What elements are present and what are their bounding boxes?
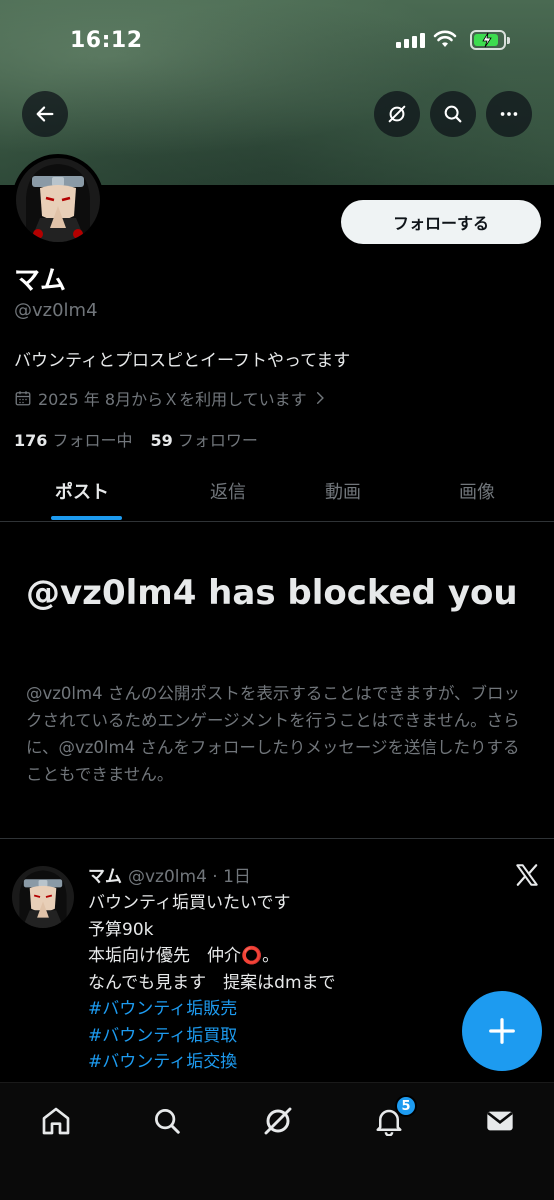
post-author-name[interactable]: マム [88, 862, 122, 887]
nav-messages[interactable] [480, 1101, 520, 1141]
post-line: なんでも見ます 提案はdmまで [88, 972, 336, 993]
more-button[interactable] [486, 91, 532, 137]
profile-avatar[interactable] [12, 154, 104, 246]
search-button[interactable] [430, 91, 476, 137]
blocked-description: @vz0lm4 さんの公開ポストを表示することはできますが、ブロックされているた… [26, 684, 520, 784]
search-icon [444, 105, 462, 123]
notification-badge: 5 [395, 1095, 417, 1117]
profile-joined[interactable]: 2025 年 8月からＸを利用しています [14, 386, 327, 410]
post-header: マム @vz0lm4 · 1日 [88, 862, 251, 887]
following-label: フォロー中 [52, 431, 133, 450]
post-line: バウンティ垢買いたいです [88, 893, 291, 913]
status-bar: 16:12 [0, 0, 554, 80]
status-time: 16:12 [70, 28, 143, 53]
profile-handle: @vz0lm4 [14, 300, 98, 321]
joined-text: 2025 年 8月からＸを利用しています [38, 390, 307, 409]
hashtag-link[interactable]: #バウンティ垢販売 [88, 996, 528, 1023]
nav-grok[interactable] [258, 1101, 298, 1141]
home-icon [42, 1107, 70, 1135]
battery-icon [470, 30, 510, 50]
grok-button[interactable] [374, 91, 420, 137]
following-count: 176 [14, 431, 48, 450]
compose-button[interactable] [462, 991, 542, 1071]
plus-icon [489, 1018, 515, 1044]
bottom-nav [0, 1082, 554, 1200]
profile-display-name: マム [14, 266, 67, 296]
arrow-left-icon [36, 106, 54, 122]
profile-bio: バウンティとプロスピとイーフトやってます [14, 351, 351, 371]
followers-count: 59 [150, 431, 173, 450]
grok-icon [388, 105, 406, 123]
wifi-icon [433, 30, 457, 47]
more-dots-icon [500, 112, 518, 116]
hashtag-link[interactable]: #バウンティ垢交換 [88, 1049, 528, 1076]
profile-stats: 176 フォロー中 59 フォロワー [14, 427, 258, 451]
post-body: バウンティ垢買いたいです 予算90k 本垢向け優先 仲介⭕️。 なんでも見ます … [88, 890, 528, 1076]
mail-icon [487, 1111, 513, 1131]
nav-home[interactable] [36, 1101, 76, 1141]
grok-icon [264, 1107, 292, 1135]
x-logo-icon [516, 864, 538, 886]
post-meta: @vz0lm4 · 1日 [128, 867, 251, 887]
tab-images[interactable]: 画像 [459, 478, 495, 504]
back-button[interactable] [22, 91, 68, 137]
follow-button[interactable]: フォローする [341, 200, 541, 244]
post-line: 本垢向け優先 仲介⭕️。 [88, 946, 280, 966]
tab-posts[interactable]: ポスト [55, 478, 109, 504]
following-link[interactable]: 176 フォロー中 [14, 427, 133, 451]
chevron-right-icon [316, 392, 324, 404]
tab-videos[interactable]: 動画 [325, 478, 361, 504]
profile-tabs: ポスト 返信 動画 画像 [0, 462, 554, 522]
divider [0, 838, 554, 839]
followers-link[interactable]: 59 フォロワー [151, 427, 258, 451]
tab-replies[interactable]: 返信 [210, 478, 246, 504]
nav-search[interactable] [147, 1101, 187, 1141]
search-icon [155, 1109, 180, 1134]
post-line: 予算90k [88, 919, 154, 940]
post-author-avatar[interactable] [12, 866, 74, 928]
blocked-title: @vz0lm4 has blocked you [26, 573, 518, 613]
active-tab-indicator [51, 516, 122, 520]
followers-label: フォロワー [177, 431, 258, 450]
calendar-icon [15, 391, 31, 406]
cellular-signal-icon [396, 32, 425, 48]
